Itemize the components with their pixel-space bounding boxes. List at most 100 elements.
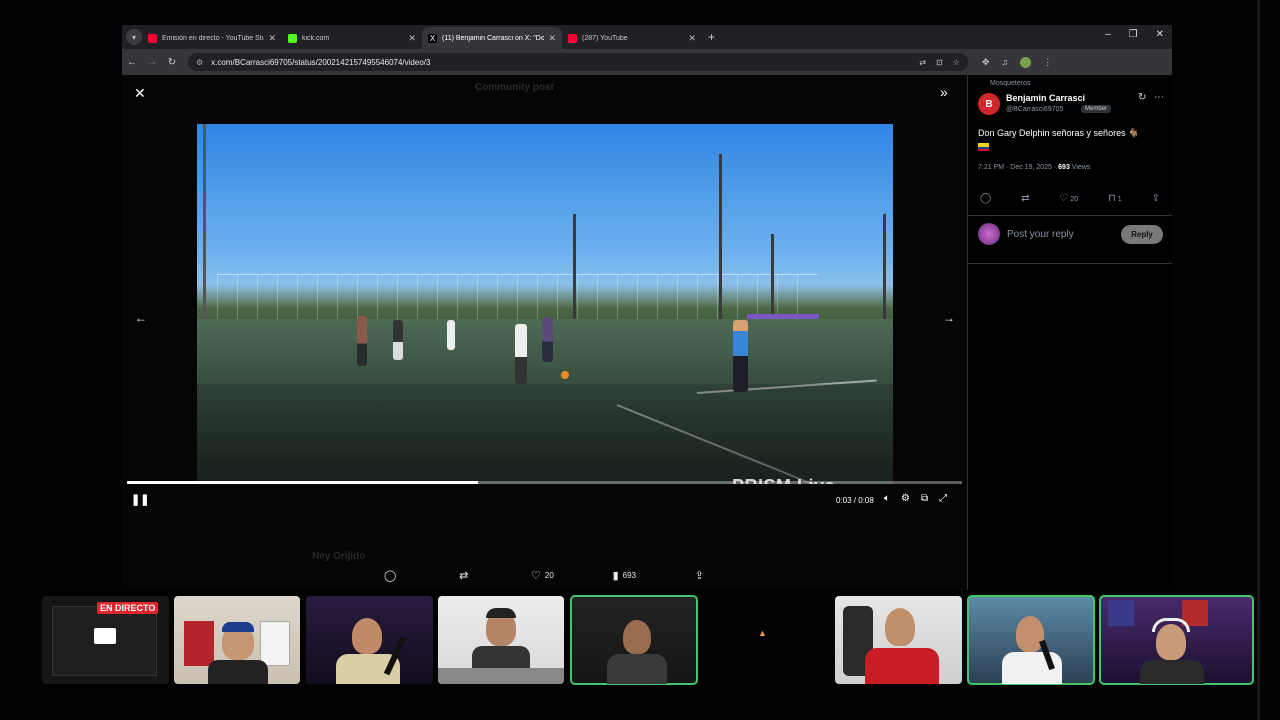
post-text: Don Gary Delphin señoras y señores 🐐 — [978, 127, 1168, 153]
minimize-icon[interactable]: – — [1105, 29, 1111, 40]
media-action-bar: ◯ ⇄ ♡ 20 ▮ 693 ⇪ — [384, 569, 704, 582]
tab-youtube[interactable]: (287) YouTube ✕ — [562, 27, 702, 49]
site-info-icon[interactable]: ⚙ — [196, 58, 203, 67]
media-control-icon[interactable]: ♫ — [1002, 57, 1009, 67]
volume-icon[interactable]: 🔈︎ — [884, 493, 890, 504]
participant-tile-speaking — [570, 595, 698, 685]
reply-input[interactable]: Post your reply — [1007, 229, 1074, 240]
tab-x-post[interactable]: X (11) Benjamin Carrasci on X: "Don ✕ — [422, 27, 562, 49]
close-tab-icon[interactable]: ✕ — [688, 33, 696, 44]
window-controls: – ❐ ✕ — [1105, 29, 1164, 40]
expand-panel-icon[interactable]: » — [940, 84, 948, 100]
more-options-icon[interactable]: ⋯ — [1154, 92, 1164, 103]
profile-avatar[interactable] — [1020, 56, 1032, 68]
bookmark-count: 1 — [1117, 196, 1122, 203]
bookmark-star-icon[interactable]: ☆ — [953, 58, 960, 67]
page-content: Community post Ney Orijido ✕ » ← → ❚❚ 0:… — [122, 75, 1172, 590]
participant-shirt — [607, 654, 667, 684]
fullscreen-icon[interactable]: ⤢ — [939, 493, 947, 504]
soccer-ball — [561, 371, 569, 379]
participant-tile-speaking — [1099, 595, 1254, 685]
heart-icon: ♡ — [531, 570, 541, 582]
participant-shirt — [865, 648, 939, 684]
participant-face — [885, 608, 915, 646]
hair — [486, 608, 516, 618]
new-tab-button[interactable]: + — [708, 30, 715, 44]
media-viewer: Community post Ney Orijido ✕ » ← → ❚❚ 0:… — [122, 75, 967, 590]
player — [357, 316, 367, 366]
previous-media-icon[interactable]: ← — [135, 311, 147, 325]
share-action[interactable]: ⇪ — [695, 569, 704, 582]
close-tab-icon[interactable]: ✕ — [548, 33, 556, 44]
refresh-icon[interactable]: ↻ — [1138, 92, 1146, 103]
tab-title: Emisión en directo - YouTube Stu — [162, 34, 265, 42]
share-button[interactable]: ⇪ — [1152, 193, 1160, 204]
video-frame[interactable]: PRISM Live — [197, 124, 893, 484]
close-tab-icon[interactable]: ✕ — [268, 33, 276, 44]
author-avatar[interactable]: B — [978, 93, 1000, 115]
repost-button[interactable]: ⇄ — [1021, 193, 1029, 204]
video-controls: ❚❚ 0:03 / 0:08 🔈︎ ⚙ ⧉ ⤢ — [122, 489, 967, 513]
view-count: 693 — [622, 571, 636, 580]
address-bar[interactable]: ⚙ x.com/BCarrasci69705/status/2002142157… — [188, 53, 968, 71]
reply-submit-button[interactable]: Reply — [1121, 225, 1163, 244]
forward-icon[interactable]: → — [142, 57, 162, 68]
participant-shirt — [472, 646, 530, 668]
reply-icon: ◯ — [384, 570, 397, 582]
settings-icon[interactable]: ⚙ — [901, 493, 910, 504]
close-window-icon[interactable]: ✕ — [1156, 29, 1164, 40]
back-icon[interactable]: ← — [122, 57, 142, 68]
player — [515, 324, 527, 384]
dock-icon[interactable]: ⧉ — [921, 493, 928, 504]
post-views-label: Views — [1069, 164, 1091, 171]
participant-face — [352, 618, 382, 654]
like-button[interactable]: ♡ 20 — [1059, 193, 1078, 204]
close-tab-icon[interactable]: ✕ — [408, 33, 416, 44]
venezuela-flag-icon — [978, 142, 989, 151]
reply-icon: ◯ — [980, 193, 992, 204]
pause-button[interactable]: ❚❚ — [131, 493, 149, 506]
player — [447, 320, 455, 350]
light-pole — [883, 214, 886, 334]
headphones — [1152, 618, 1190, 632]
reload-icon[interactable]: ↻ — [162, 57, 182, 68]
author-name[interactable]: Benjamin Carrasci — [1006, 93, 1085, 103]
participant-tile — [438, 596, 564, 684]
tab-search-button[interactable]: ▾ — [126, 29, 142, 45]
tab-kick[interactable]: kick.com ✕ — [282, 27, 422, 49]
views-action[interactable]: ▮ 693 — [613, 569, 636, 582]
kick-icon: ▲ — [758, 628, 767, 638]
like-action[interactable]: ♡ 20 — [531, 569, 554, 582]
extensions-icon[interactable]: ✥ — [982, 57, 990, 68]
community-label[interactable]: Mosqueteros — [990, 80, 1030, 87]
restore-icon[interactable]: ❐ — [1129, 29, 1138, 40]
post-views-count: 693 — [1058, 164, 1070, 171]
jersey-red — [184, 621, 214, 666]
reply-action[interactable]: ◯ — [384, 569, 400, 582]
laptop — [438, 668, 564, 684]
menu-icon[interactable]: ⋮ — [1043, 57, 1052, 68]
stream-overlay: ▾ Emisión en directo - YouTube Stu ✕ kic… — [0, 0, 1280, 720]
tab-youtube-studio[interactable]: Emisión en directo - YouTube Stu ✕ — [142, 27, 282, 49]
video-time: 0:03 / 0:08 — [836, 496, 874, 505]
repost-icon: ⇄ — [1021, 193, 1030, 204]
next-media-icon[interactable]: → — [943, 311, 955, 325]
install-icon[interactable]: ⊡ — [936, 58, 943, 67]
bookmark-button[interactable]: ⊓ 1 — [1108, 193, 1122, 204]
divider — [968, 215, 1172, 216]
tab-title: kick.com — [302, 34, 330, 42]
close-viewer-icon[interactable]: ✕ — [134, 85, 146, 102]
video-progress-fill — [127, 481, 478, 484]
post-timestamp[interactable]: 7:21 PM · Dec 19, 2025 · — [978, 164, 1058, 171]
reply-button[interactable]: ◯ — [980, 193, 991, 204]
repost-action[interactable]: ⇄ — [459, 569, 472, 582]
player — [393, 320, 403, 360]
youtube-icon — [148, 33, 157, 43]
participant-tile-speaking — [967, 595, 1095, 685]
analytics-icon: ▮ — [612, 570, 619, 582]
author-handle[interactable]: @BCarrasci69705 — [1006, 106, 1063, 113]
video-progress-bar[interactable] — [127, 481, 962, 484]
kick-icon — [288, 33, 297, 43]
wall-frame — [1108, 600, 1134, 626]
translate-icon[interactable]: ⇄ — [919, 58, 926, 67]
